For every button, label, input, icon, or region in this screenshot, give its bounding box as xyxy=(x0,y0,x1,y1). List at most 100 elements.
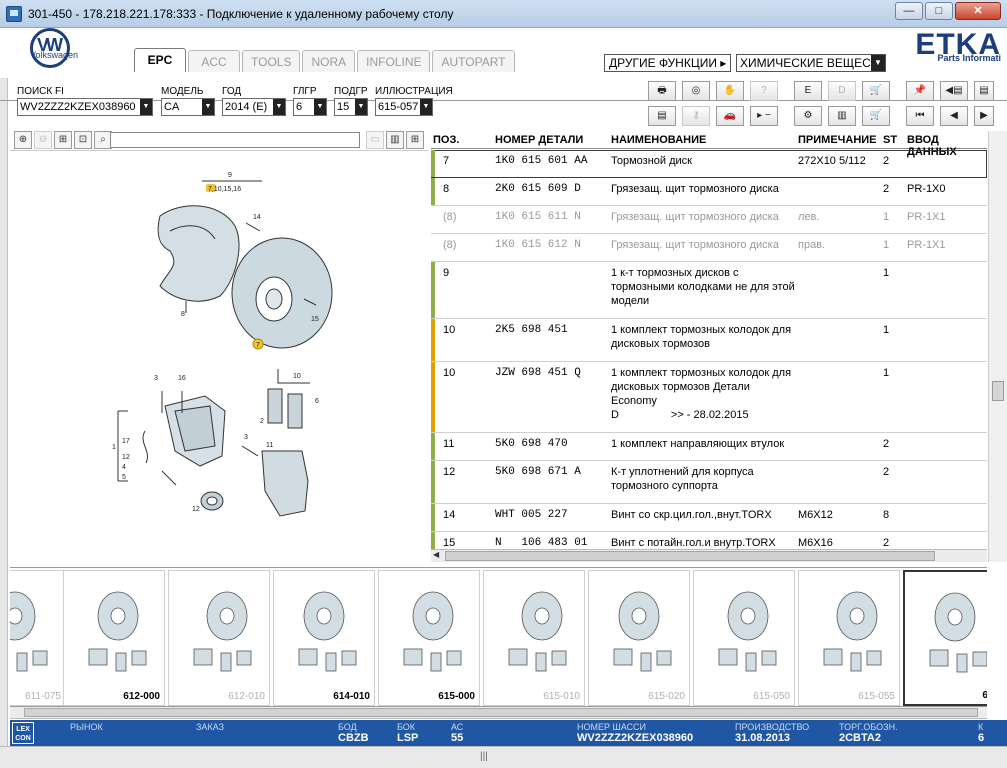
close-button[interactable]: ✕ xyxy=(955,2,1001,20)
table-row[interactable]: (8) 1K0 615 611 N Грязезащ. щит тормозного… xyxy=(431,206,987,234)
pin-button[interactable]: 📌 xyxy=(906,81,934,101)
zoom-out-icon[interactable]: ⊖ xyxy=(34,131,52,149)
thumbnail-5[interactable]: 615-000 xyxy=(378,570,480,706)
table-row[interactable]: 8 2K0 615 609 D Грязезащ. щит тормозного д… xyxy=(431,178,987,206)
header-number[interactable]: НОМЕР ДЕТАЛИ xyxy=(495,134,583,146)
header-st[interactable]: ST xyxy=(883,134,897,146)
collapse-button[interactable]: ▸ − xyxy=(750,106,778,126)
callout-12-left: 12 xyxy=(122,454,130,461)
header-pos[interactable]: ПОЗ. xyxy=(433,134,459,146)
thumbnail-scrollbar[interactable] xyxy=(10,707,987,719)
row-pos: 10 xyxy=(443,367,456,379)
row-part-name: К-т уплотнений для корпуса тормозного су… xyxy=(611,466,754,492)
other-functions-button[interactable]: ДРУГИЕ ФУНКЦИИ ▸ xyxy=(604,54,732,72)
year-value: 2014 (E) xyxy=(225,101,268,113)
row-input: PR-1X0 xyxy=(907,183,946,195)
row-quantity: 2 xyxy=(883,466,890,478)
trade-value: 2CBTA2 xyxy=(839,732,881,744)
minimize-button[interactable]: — xyxy=(895,2,923,20)
row-quantity: 8 xyxy=(883,509,890,521)
depot-button[interactable]: D xyxy=(828,81,856,101)
expand-grid-icon[interactable]: ⊞ xyxy=(406,131,424,149)
tab-epc[interactable]: EPC xyxy=(134,48,186,72)
thumbnail-9[interactable]: 615-055 xyxy=(798,570,900,706)
cart-add-button[interactable]: 🛒 xyxy=(862,81,890,101)
workshop-button[interactable]: ⚙ xyxy=(794,106,822,126)
window-titlebar[interactable]: 301-450 - 178.218.221.178:333 - Подключе… xyxy=(0,0,1007,28)
table-row[interactable]: 12 5K0 698 671 A К-т уплотнений для корпус… xyxy=(431,461,987,504)
model-select[interactable]: CA ▼ xyxy=(161,98,215,116)
scroll-grip-icon[interactable]: ||| xyxy=(480,751,488,762)
model-label: МОДЕЛЬ xyxy=(161,86,204,97)
frame-icon[interactable]: ▭ xyxy=(366,131,384,149)
thumbnail-4[interactable]: 614-010 xyxy=(273,570,375,706)
page-button[interactable]: ▤ xyxy=(974,81,994,101)
thumbnail-8[interactable]: 615-050 xyxy=(693,570,795,706)
header-name[interactable]: НАИМЕНОВАНИЕ xyxy=(611,134,706,146)
bod-label: БОД xyxy=(338,722,357,732)
row-status-bar xyxy=(431,433,435,460)
scrollbar-thumb[interactable] xyxy=(445,551,935,561)
year-select[interactable]: 2014 (E) ▼ xyxy=(222,98,286,116)
list-view-button[interactable]: ▤ xyxy=(648,106,676,126)
etka-subtitle: Parts Informati xyxy=(937,53,1001,63)
thumbnail-10[interactable]: 615 xyxy=(903,570,987,706)
row-status-bar xyxy=(431,504,435,531)
zoom-in-icon[interactable]: ⊕ xyxy=(14,131,32,149)
help-button[interactable]: ? xyxy=(750,81,778,101)
cart-button[interactable]: 🛒 xyxy=(862,106,890,126)
thumbnail-3[interactable]: 612-010 xyxy=(168,570,270,706)
scroll-left-icon[interactable]: ◀ xyxy=(433,550,439,559)
maximize-button[interactable]: □ xyxy=(925,2,953,20)
next-page-button[interactable]: ▶ xyxy=(974,106,994,126)
table-row[interactable]: 11 5K0 698 470 1 комплект направляющих вту… xyxy=(431,433,987,461)
thumbnail-6[interactable]: 615-010 xyxy=(483,570,585,706)
elsa-button[interactable]: E xyxy=(794,81,822,101)
parts-horizontal-scrollbar[interactable]: ◀ xyxy=(431,549,987,562)
table-row[interactable]: 10 JZW 698 451 Q 1 комплект тормозных коло… xyxy=(431,362,987,433)
first-page-button[interactable]: ⏮ xyxy=(906,106,934,126)
extra-label: К xyxy=(978,722,984,732)
parts-vertical-scrollbar[interactable] xyxy=(988,131,1007,562)
header-note[interactable]: ПРИМЕЧАНИЕ xyxy=(798,134,877,146)
thumbnail-7[interactable]: 615-020 xyxy=(588,570,690,706)
prev-page-button[interactable]: ◀ xyxy=(940,106,968,126)
vehicle-button[interactable]: 🚗 xyxy=(716,106,744,126)
drawing-search-input[interactable] xyxy=(110,132,360,148)
key-button[interactable]: ⚷ xyxy=(682,106,710,126)
handshake-button[interactable]: ✋ xyxy=(716,81,744,101)
callout-1: 1 xyxy=(112,444,116,451)
split-view-icon[interactable]: ▥ xyxy=(386,131,404,149)
search-fi-select[interactable]: WV2ZZZ2KZEX038960 ▼ xyxy=(17,98,153,116)
illustration-value: 615-057 xyxy=(378,101,419,113)
thumbnail-2[interactable]: 612-000 xyxy=(63,570,165,706)
tab-autopart[interactable]: AUTOPART xyxy=(432,50,515,72)
tab-tools[interactable]: TOOLS xyxy=(242,50,301,72)
row-quantity: 2 xyxy=(883,183,890,195)
table-row[interactable]: 10 2K5 698 451 1 комплект тормозных колодо… xyxy=(431,319,987,362)
other-functions-select[interactable]: ХИМИЧЕСКИЕ ВЕЩЕС ▼ xyxy=(736,54,886,72)
window-bottom-scrollbar[interactable]: ||| xyxy=(0,746,1007,768)
glgr-select[interactable]: 6 ▼ xyxy=(293,98,327,116)
illustration-select[interactable]: 615-057 ▼ xyxy=(375,98,433,116)
tab-infoline[interactable]: INFOLINE xyxy=(357,50,431,72)
thumbnail-label: 615-055 xyxy=(858,691,895,702)
scrollbar-thumb[interactable] xyxy=(24,708,978,717)
tab-nora[interactable]: NORA xyxy=(302,50,356,72)
table-row[interactable]: 9 1 к-т тормозных дисков с тормозными кол… xyxy=(431,262,987,319)
exploded-drawing[interactable]: 9 7,10,15,16 14 8 15 7 3 16 10 1 17 12 4… xyxy=(10,150,428,562)
back-page-button[interactable]: ◀▤ xyxy=(940,81,968,101)
podgr-select[interactable]: 15 ▼ xyxy=(334,98,368,116)
docs-button[interactable]: ▥ xyxy=(828,106,856,126)
thumbnail-1[interactable]: 611-075 xyxy=(10,570,66,706)
scrollbar-thumb[interactable] xyxy=(992,381,1004,401)
disc-info-button[interactable]: ◎ xyxy=(682,81,710,101)
row-part-name: Грязезащ. щит тормозного диска xyxy=(611,211,779,223)
zoom-area-icon[interactable]: ⊡ xyxy=(74,131,92,149)
table-row[interactable]: 7 1K0 615 601 AA Тормозной диск 272X10 5/11… xyxy=(431,150,987,178)
table-row[interactable]: 14 WHT 005 227 Винт со скр.цил.гол.,внут.T… xyxy=(431,504,987,532)
tab-acc[interactable]: ACC xyxy=(188,50,240,72)
table-row[interactable]: (8) 1K0 615 612 N Грязезащ. щит тормозного… xyxy=(431,234,987,262)
zoom-fit-icon[interactable]: ⊞ xyxy=(54,131,72,149)
print-button[interactable]: 🖶 xyxy=(648,81,676,101)
